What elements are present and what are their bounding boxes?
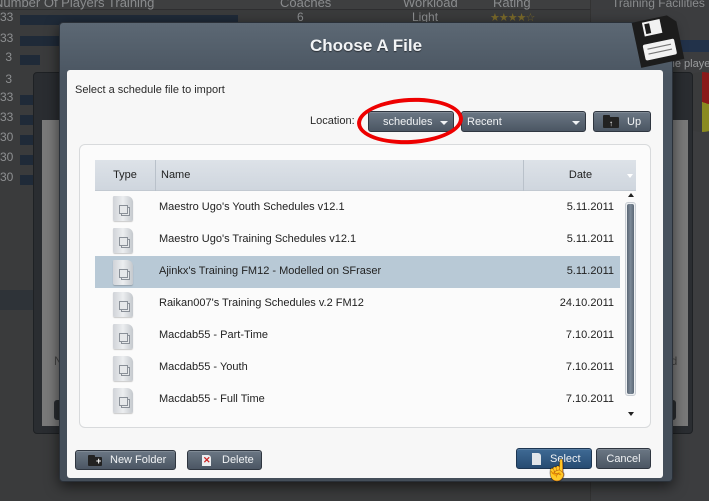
chevron-down-icon — [440, 121, 448, 125]
sort-descending-icon — [627, 174, 633, 178]
bg-row-num: 3 — [5, 50, 12, 64]
scroll-track[interactable] — [625, 202, 636, 396]
bg-row-num: 33 — [0, 90, 14, 104]
scroll-down-arrow-icon[interactable] — [628, 412, 634, 416]
bg-row-bar — [20, 175, 34, 185]
bg-header-players-training: Number Of Players Training — [0, 0, 155, 10]
column-header-name[interactable]: Name — [157, 160, 524, 191]
file-date: 5.11.2011 — [566, 233, 614, 245]
file-icon — [113, 356, 133, 381]
dialog-title: Choose A File — [309, 36, 423, 55]
file-name: Raikan007's Training Schedules v.2 FM12 — [159, 297, 364, 309]
file-date: 7.10.2011 — [565, 361, 614, 373]
delete-button[interactable]: ✕ Delete — [187, 450, 262, 470]
file-icon — [113, 324, 133, 349]
document-icon — [532, 453, 541, 465]
column-header-date-label: Date — [568, 169, 593, 181]
recent-value: Recent — [467, 116, 502, 128]
delete-x-icon: ✕ — [203, 455, 211, 465]
bg-row-num: 33 — [0, 110, 14, 124]
bg-row-bar — [20, 135, 34, 145]
select-button[interactable]: Select — [516, 448, 592, 469]
file-icon — [113, 228, 133, 253]
location-value: schedules — [383, 116, 433, 128]
location-dropdown[interactable]: schedules — [368, 111, 454, 132]
bg-row-bar — [20, 95, 34, 105]
column-header-type[interactable]: Type — [95, 160, 156, 191]
file-name: Macdab55 - Youth — [159, 361, 248, 373]
file-row[interactable]: Macdab55 - Part-Time 7.10.2011 — [95, 320, 620, 352]
file-date: 7.10.2011 — [565, 329, 614, 341]
chevron-down-icon — [572, 121, 580, 125]
up-button[interactable]: ↑ Up — [593, 111, 651, 132]
file-icon — [113, 196, 133, 221]
file-row[interactable]: Macdab55 - Full Time 7.10.2011 — [95, 384, 620, 416]
cancel-label: Cancel — [606, 453, 641, 465]
screen: Number Of Players Training Coaches Workl… — [0, 0, 709, 501]
background-table-header: Number Of Players Training Coaches Workl… — [0, 0, 600, 10]
bg-header-rating: Rating — [493, 0, 531, 10]
bg-row-num: 33 — [0, 10, 14, 24]
bg-row: 3 — [0, 50, 60, 70]
bg-row: 33 — [0, 31, 60, 51]
file-row-selected[interactable]: Ajinkx's Training FM12 - Modelled on SFr… — [95, 256, 620, 288]
plus-icon: + — [96, 456, 102, 466]
recent-dropdown[interactable]: Recent — [461, 111, 586, 132]
column-header-date[interactable]: Date — [525, 160, 636, 191]
delete-label: Delete — [222, 454, 254, 466]
file-row[interactable]: Raikan007's Training Schedules v.2 FM12 … — [95, 288, 620, 320]
bg-row-num: 30 — [0, 130, 14, 144]
scroll-up-arrow-icon[interactable] — [628, 193, 634, 197]
bg-header-coaches: Coaches — [280, 0, 332, 10]
file-name: Macdab55 - Part-Time — [159, 329, 269, 341]
bg-row-num: 30 — [0, 150, 14, 164]
file-list-scrollbar[interactable] — [625, 192, 637, 420]
file-list-panel: Type Name Date Maestro Ugo's Youth Sched… — [79, 144, 651, 428]
file-date: 5.11.2011 — [566, 201, 614, 213]
cancel-button[interactable]: Cancel — [596, 448, 651, 469]
bg-row-num: 33 — [0, 31, 14, 45]
file-name: Maestro Ugo's Youth Schedules v12.1 — [159, 201, 345, 213]
bg-row-num: 3 — [5, 72, 12, 86]
select-label: Select — [550, 453, 581, 465]
file-icon — [113, 292, 133, 317]
file-row[interactable]: Maestro Ugo's Training Schedules v12.1 5… — [95, 224, 620, 256]
bg-row-bar — [20, 55, 40, 65]
new-folder-label: New Folder — [110, 454, 167, 466]
dialog-prompt: Select a schedule file to import — [75, 84, 225, 96]
file-list-header: Type Name Date — [95, 160, 636, 191]
file-date: 24.10.2011 — [559, 297, 614, 309]
bg-row-bar — [20, 115, 34, 125]
folder-up-icon: ↑ — [603, 115, 619, 128]
new-folder-button[interactable]: + New Folder — [75, 450, 176, 470]
dialog-content: Select a schedule file to import Locatio… — [67, 70, 663, 478]
bg-training-facilities-title: Training Facilities — [612, 0, 705, 10]
bg-header-workload: Workload — [403, 0, 458, 10]
file-icon — [113, 260, 133, 285]
location-label: Location: — [310, 115, 355, 127]
bg-row-num: 30 — [0, 170, 14, 184]
file-date: 7.10.2011 — [565, 393, 614, 405]
up-button-label: Up — [627, 116, 642, 128]
file-icon — [113, 388, 133, 413]
file-list: Maestro Ugo's Youth Schedules v12.1 5.11… — [95, 192, 620, 416]
file-date: 5.11.2011 — [566, 265, 614, 277]
file-row[interactable]: Maestro Ugo's Youth Schedules v12.1 5.11… — [95, 192, 620, 224]
bg-row-bar — [20, 155, 34, 165]
bg-row-bar — [20, 36, 60, 46]
file-row[interactable]: Macdab55 - Youth 7.10.2011 — [95, 352, 620, 384]
scroll-thumb[interactable] — [627, 204, 634, 394]
file-name: Macdab55 - Full Time — [159, 393, 265, 405]
floppy-disk-icon — [631, 15, 685, 68]
file-name: Maestro Ugo's Training Schedules v12.1 — [159, 233, 357, 245]
file-name: Ajinkx's Training FM12 - Modelled on SFr… — [159, 265, 382, 277]
